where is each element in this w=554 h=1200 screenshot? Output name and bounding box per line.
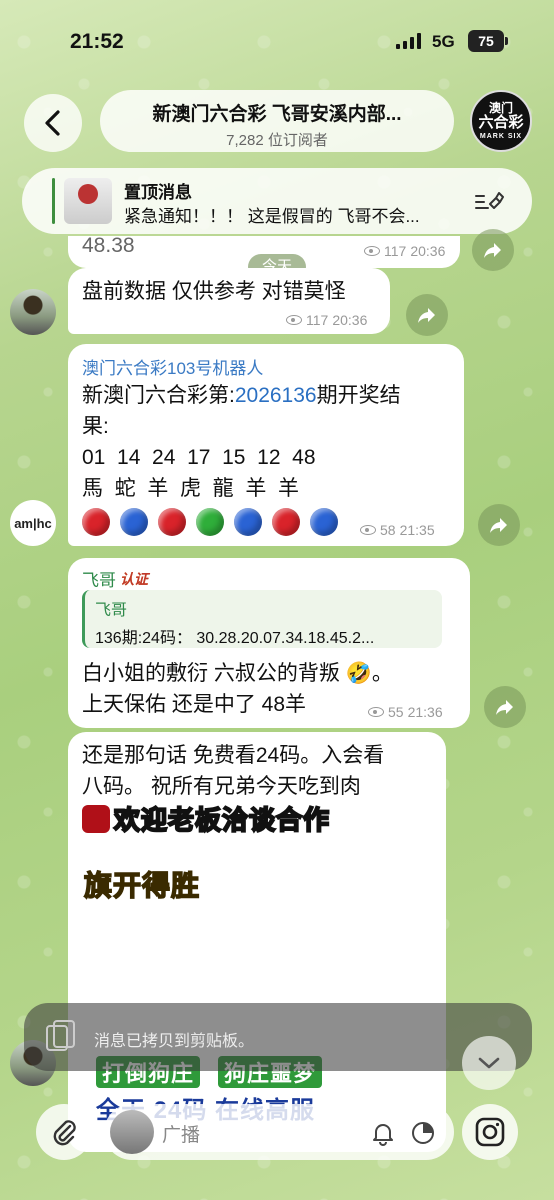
view-count: 55	[388, 704, 404, 720]
signal-icon	[396, 33, 421, 49]
message-bubble-1[interactable]: 盘前数据 仅供参考 对错莫怪 117 20:36	[68, 268, 390, 334]
pinned-message-bar[interactable]: 置顶消息 紧急通知！！！ 这是假冒的 飞哥不会...	[22, 168, 532, 234]
ball-red	[272, 508, 300, 536]
forward-icon	[490, 518, 507, 533]
subscriber-count: 7,282 位订阅者	[226, 132, 328, 149]
ball-red	[82, 508, 110, 536]
message-line2: 上天保佑 还是中了 48羊	[82, 693, 307, 716]
message-bubble-4[interactable]: 还是那句话 免费看24码。入会看 八码。 祝所有兄弟今天吃到肉 欢迎老板洽谈合作…	[68, 732, 446, 1152]
message-text: 盘前数据 仅供参考 对错莫怪	[82, 280, 346, 303]
result-prefix: 新澳门六合彩第:	[82, 384, 235, 407]
views-icon	[360, 525, 376, 535]
reply-quote[interactable]: 飞哥 136期:24码： 30.28.20.07.34.18.45.2...	[82, 590, 442, 648]
channel-avatar[interactable]: 澳门 六合彩 MARK SIX	[470, 90, 532, 152]
ball-red	[158, 508, 186, 536]
toast-text: 消息已拷贝到剪贴板。	[94, 1033, 255, 1050]
ball-green	[196, 508, 224, 536]
forward-button[interactable]	[484, 686, 526, 728]
paperclip-icon	[53, 1120, 76, 1146]
camera-button[interactable]	[462, 1104, 518, 1160]
message-meta: 117 20:36	[364, 243, 445, 259]
views-icon	[368, 707, 384, 717]
result-suffix: 期开奖结	[316, 384, 401, 407]
pin-list-icon[interactable]	[474, 190, 504, 214]
pinned-label: 置顶消息	[124, 183, 192, 202]
bot-avatar[interactable]: am|hc	[10, 500, 56, 546]
forward-button[interactable]	[406, 294, 448, 336]
sender-row: 飞哥 认证	[82, 566, 148, 591]
back-button[interactable]	[24, 94, 82, 152]
views-icon	[286, 315, 302, 325]
camera-icon	[475, 1117, 505, 1147]
result-line2: 果:	[82, 415, 109, 438]
draw-numbers: 01 14 24 17 15 12 48	[82, 446, 316, 469]
issue-number[interactable]: 2026136	[235, 384, 317, 407]
ball-blue	[310, 508, 338, 536]
message-time: 21:35	[399, 522, 435, 538]
timer-icon[interactable]	[410, 1120, 436, 1146]
logo-text-2: 六合彩	[478, 113, 524, 131]
ball-blue	[234, 508, 262, 536]
ball-blue	[120, 508, 148, 536]
view-count: 117	[384, 243, 407, 259]
verified-badge: 认证	[120, 570, 148, 587]
message-meta: 58 21:35	[360, 522, 435, 538]
views-icon	[364, 246, 380, 256]
network-label: 5G	[432, 32, 455, 51]
view-count: 58	[380, 522, 396, 538]
channel-title-pill[interactable]: 新澳门六合彩 飞哥安溪内部... 7,282 位订阅者	[100, 90, 454, 152]
message-input[interactable]: 广播	[104, 1104, 454, 1160]
sender-name[interactable]: 飞哥	[82, 566, 116, 591]
red-lantern-icon	[82, 804, 110, 833]
message-meta: 117 20:36	[286, 312, 367, 328]
banner-text-3: 六叔公保佑平安	[83, 905, 288, 938]
copy-icon	[46, 1020, 75, 1051]
message-bubble-2[interactable]: 澳门六合彩103号机器人 新澳门六合彩第:2026136期开奖结 果: 01 1…	[68, 344, 464, 546]
pinned-indicator	[52, 178, 55, 224]
view-count: 117	[306, 312, 329, 328]
forward-icon	[418, 308, 435, 323]
chevron-down-icon	[478, 1057, 500, 1069]
message-time: 21:36	[407, 704, 443, 720]
bell-icon[interactable]	[370, 1120, 396, 1146]
forward-button[interactable]	[472, 229, 514, 271]
pinned-thumbnail	[64, 178, 112, 224]
ball-row	[82, 508, 348, 536]
message-bubble-3[interactable]: 飞哥 认证 飞哥 136期:24码： 30.28.20.07.34.18.45.…	[68, 558, 470, 728]
input-placeholder: 广播	[162, 1125, 201, 1146]
message-time: 20:36	[410, 243, 446, 259]
message-line2: 八码。 祝所有兄弟今天吃到肉	[82, 775, 361, 798]
send-as-avatar[interactable]	[110, 1110, 154, 1154]
message-time: 20:36	[332, 312, 368, 328]
status-bar: 21:52 5G 75	[0, 0, 554, 84]
channel-title: 新澳门六合彩 飞哥安溪内部...	[152, 104, 402, 125]
logo-text-1: 澳门	[488, 101, 513, 115]
attach-button[interactable]	[36, 1104, 92, 1160]
banner-row-1: 欢迎老板洽谈合作	[82, 800, 330, 837]
forward-button[interactable]	[478, 504, 520, 546]
copied-toast: 消息已拷贝到剪贴板。	[24, 1003, 532, 1071]
sender-avatar[interactable]	[10, 289, 56, 335]
message-line1: 白小姐的敷衍 六叔公的背叛 🤣。	[82, 662, 393, 685]
draw-zodiac: 馬 蛇 羊 虎 龍 羊 羊	[82, 477, 300, 500]
message-line1: 还是那句话 免费看24码。入会看	[82, 744, 385, 767]
chevron-left-icon	[45, 110, 60, 136]
forward-icon	[484, 243, 501, 258]
logo-text-3: MARK SIX	[479, 133, 523, 141]
quote-text: 136期:24码： 30.28.20.07.34.18.45.2...	[95, 630, 375, 647]
message-text: 48.38	[82, 234, 135, 257]
quote-sender: 飞哥	[95, 602, 128, 619]
pinned-text: 紧急通知！！！ 这是假冒的 飞哥不会...	[124, 207, 420, 226]
message-meta: 55 21:36	[368, 704, 443, 720]
sender-name[interactable]: 澳门六合彩103号机器人	[82, 354, 263, 379]
draw-result-text: 新澳门六合彩第:2026136期开奖结 果: 01 14 24 17 15 12…	[82, 380, 454, 504]
banner-text-1: 欢迎老板洽谈合作	[113, 804, 331, 836]
banner-text-2: 旗开得胜	[83, 869, 201, 902]
battery-icon: 75	[468, 30, 508, 52]
forward-icon	[496, 700, 513, 715]
clock: 21:52	[70, 30, 124, 53]
message-text: 还是那句话 免费看24码。入会看 八码。 祝所有兄弟今天吃到肉	[82, 740, 438, 802]
scroll-down-button[interactable]	[462, 1036, 516, 1090]
